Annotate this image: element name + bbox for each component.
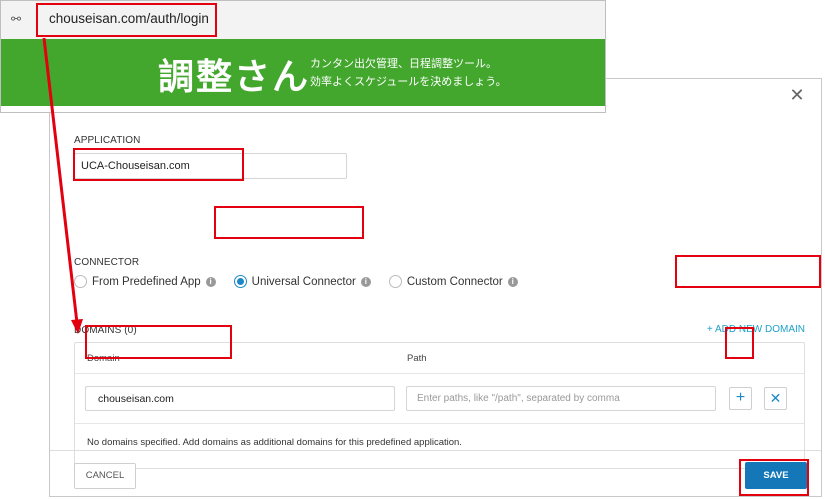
info-icon: i: [205, 276, 216, 287]
connector-label: CONNECTOR: [74, 257, 140, 268]
info-icon: i: [507, 276, 518, 287]
application-input[interactable]: UCA-Chouseisan.com: [74, 153, 347, 179]
column-header-path: Path: [407, 353, 427, 364]
radio-universal[interactable]: [233, 275, 247, 288]
dialog-body: APPLICATION UCA-Chouseisan.com CONNECTOR…: [74, 135, 821, 469]
table-row: chouseisan.com Enter paths, like "/path"…: [75, 374, 804, 424]
remove-row-button[interactable]: ✕: [764, 387, 787, 410]
connector-option-universal[interactable]: Universal Connector i: [233, 275, 371, 288]
site-settings-icon[interactable]: ⚯: [11, 12, 25, 26]
site-tagline: カンタン出欠管理、日程調整ツール。 効率よくスケジュールを決めましょう。: [310, 55, 507, 91]
radio-custom[interactable]: [388, 275, 402, 288]
address-bar[interactable]: ⚯ chouseisan.com/auth/login: [1, 1, 605, 39]
tagline-line-2: 効率よくスケジュールを決めましょう。: [310, 75, 507, 88]
connector-option-label: From Predefined App: [92, 275, 201, 288]
site-logo[interactable]: 調整さん: [158, 48, 310, 100]
table-header: Domain Path: [75, 343, 804, 374]
add-path-button[interactable]: +: [729, 387, 752, 410]
application-label: APPLICATION: [74, 135, 141, 146]
connector-radio-group: From Predefined App i Universal Connecto…: [74, 275, 528, 288]
column-header-domain: Domain: [87, 353, 120, 364]
domain-settings-dialog: ✕ APPLICATION UCA-Chouseisan.com CONNECT…: [49, 78, 822, 497]
tagline-line-1: カンタン出欠管理、日程調整ツール。: [310, 57, 497, 70]
domains-label: DOMAINS (0): [74, 325, 137, 336]
browser-window: ⚯ chouseisan.com/auth/login 調整さん カンタン出欠管…: [0, 0, 606, 113]
cancel-button[interactable]: CANCEL: [74, 463, 136, 489]
info-icon: i: [360, 276, 371, 287]
domain-input[interactable]: chouseisan.com: [85, 386, 395, 411]
save-button[interactable]: SAVE: [745, 462, 807, 489]
add-new-domain-link[interactable]: + ADD NEW DOMAIN: [707, 324, 805, 335]
site-banner: 調整さん カンタン出欠管理、日程調整ツール。 効率よくスケジュールを決めましょう…: [1, 39, 605, 106]
dialog-footer: CANCEL SAVE: [50, 450, 821, 496]
connector-option-predefined[interactable]: From Predefined App i: [74, 275, 216, 288]
radio-predefined[interactable]: [74, 275, 87, 288]
empty-domains-note: No domains specified. Add domains as add…: [87, 437, 462, 448]
close-icon[interactable]: ✕: [789, 86, 805, 104]
url-text[interactable]: chouseisan.com/auth/login: [49, 11, 209, 26]
connector-option-custom[interactable]: Custom Connector i: [388, 275, 518, 288]
path-input[interactable]: Enter paths, like "/path", separated by …: [406, 386, 716, 411]
connector-option-label: Universal Connector: [251, 275, 356, 288]
connector-option-label: Custom Connector: [406, 275, 503, 288]
